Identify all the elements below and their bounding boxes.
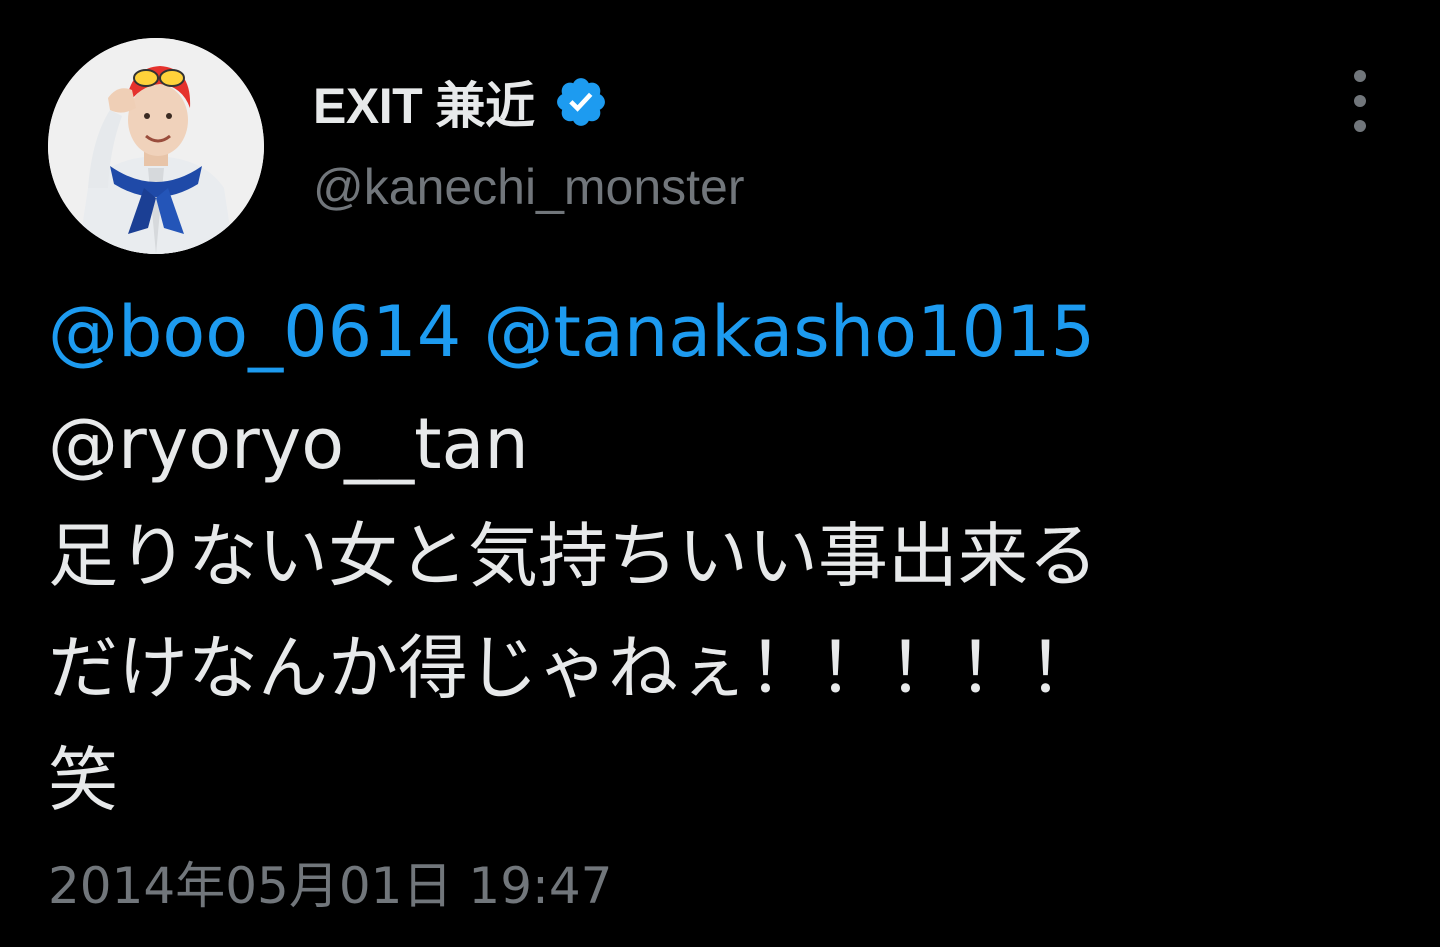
text-line: 笑 xyxy=(48,739,118,821)
avatar-image xyxy=(48,38,264,254)
more-dot xyxy=(1354,120,1366,132)
tweet-text: @boo_0614 @tanakasho1015 @ryoryo__tan 足り… xyxy=(48,276,1408,836)
mention-line: @boo_0614 @tanakasho1015 xyxy=(48,276,1408,388)
mention-link[interactable]: @boo_0614 xyxy=(48,291,461,373)
more-dot xyxy=(1354,95,1366,107)
verified-badge-icon xyxy=(556,78,605,126)
mention-link[interactable]: @tanakasho1015 xyxy=(484,291,1096,373)
mention-line: @ryoryo__tan xyxy=(48,388,1408,500)
avatar[interactable] xyxy=(48,38,264,254)
author-handle[interactable]: @kanechi_monster xyxy=(313,158,745,216)
more-options-vertical-icon[interactable] xyxy=(1340,70,1380,132)
mention-text[interactable]: @ryoryo__tan xyxy=(48,403,529,485)
timestamp[interactable]: 2014年05月01日 19:47 xyxy=(48,846,612,918)
author-name-row[interactable]: EXIT 兼近 xyxy=(313,70,609,134)
text-line: 足りない女と気持ちいい事出来る xyxy=(48,515,1098,597)
tweet: EXIT 兼近 @kanechi_monster @boo_0614 @tana… xyxy=(0,0,1440,947)
more-dot xyxy=(1354,70,1366,82)
display-name[interactable]: EXIT 兼近 xyxy=(313,66,535,138)
text-line: だけなんか得じゃねぇ！！！！！ xyxy=(48,627,1098,709)
